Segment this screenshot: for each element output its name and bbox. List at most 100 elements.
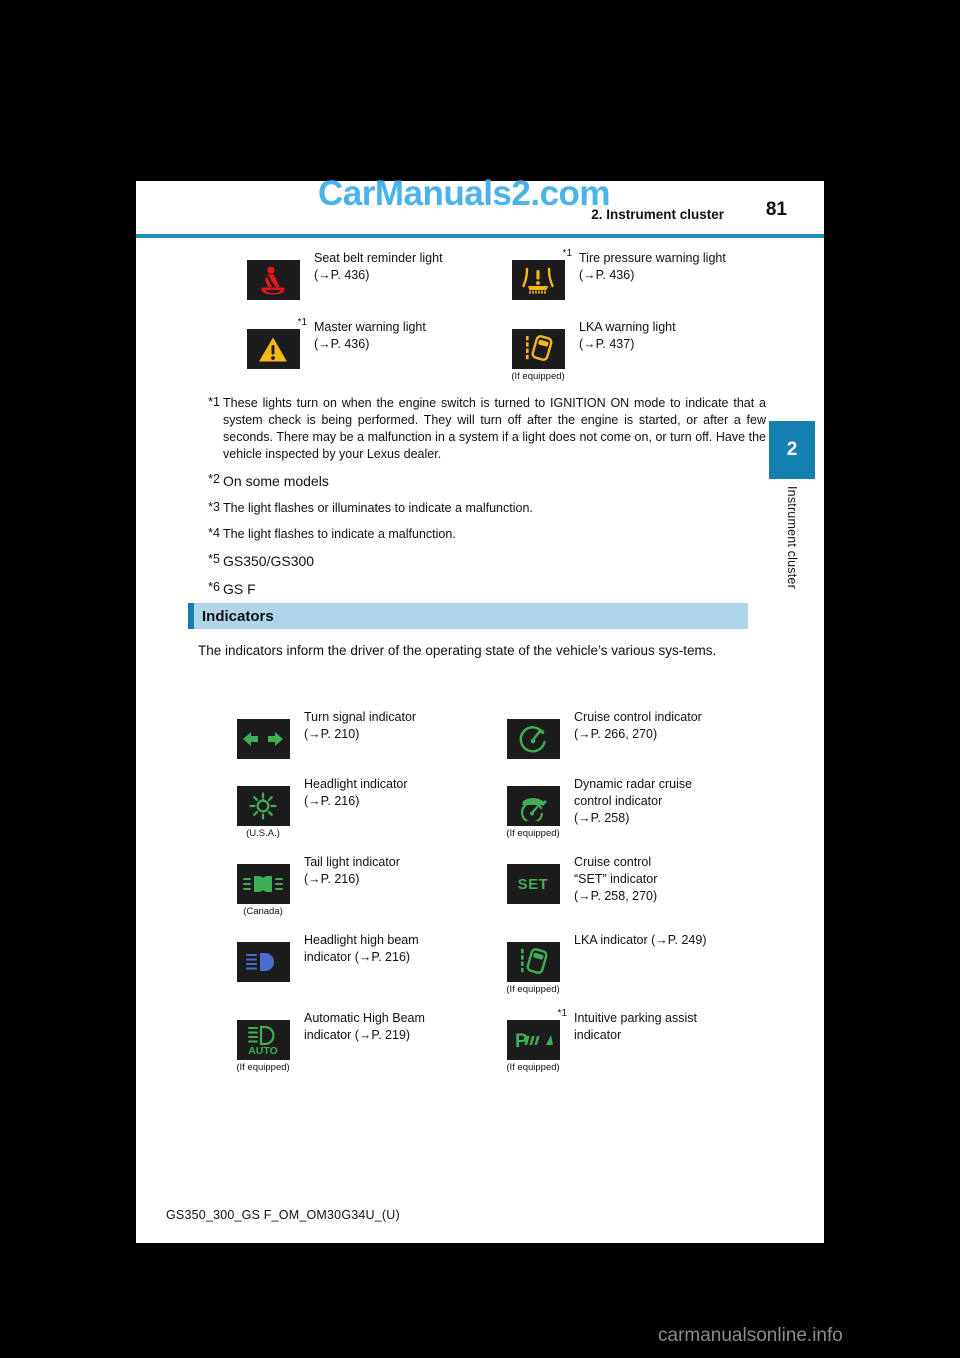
text-line: LKA indicator (→P. 249) bbox=[574, 933, 707, 947]
manual-page: CarManuals2.com 2. Instrument cluster 81… bbox=[136, 174, 824, 1243]
text-line: indicator bbox=[574, 1027, 622, 1042]
footnote-text: The light flashes to indicate a malfunct… bbox=[223, 527, 456, 542]
footnote-mark: *1 bbox=[208, 395, 220, 409]
text-line: (→P. 210) bbox=[304, 726, 360, 741]
turn-signal-icon bbox=[236, 719, 290, 759]
text-line: Automatic High Beam bbox=[304, 1011, 425, 1025]
lka-indicator-icon bbox=[506, 942, 560, 982]
automatic-high-beam-icon: AUTO bbox=[236, 1020, 290, 1060]
section-header-indicators: Indicators bbox=[188, 603, 748, 629]
icon-note: (U.S.A.) bbox=[246, 828, 280, 839]
icon-column: (If equipped) bbox=[496, 773, 570, 839]
indicators-row: Headlight high beam indicator (→P. 216) bbox=[226, 929, 766, 995]
footnote-text: These lights turn on when the engine swi… bbox=[223, 396, 766, 461]
section-accent-bar bbox=[188, 603, 194, 629]
warning-lights-grid: Seat belt reminder light (→P. 436) *1 Ti… bbox=[236, 247, 766, 396]
text-line: (→P. 258) bbox=[574, 810, 630, 825]
footnote-text: On some models bbox=[223, 473, 329, 489]
seat-belt-reminder-icon bbox=[246, 260, 300, 300]
icon-column bbox=[496, 706, 570, 761]
master-warning-icon bbox=[246, 329, 300, 369]
site-watermark-bottom: carmanualsonline.info bbox=[658, 1325, 843, 1346]
intuitive-parking-assist-icon: P bbox=[506, 1020, 560, 1060]
text-line: indicator (→P. 216) bbox=[304, 949, 411, 964]
warning-light-item: Seat belt reminder light (→P. 436) bbox=[236, 247, 501, 302]
site-watermark-top: CarManuals2.com bbox=[318, 174, 611, 213]
document-footer-code: GS350_300_GS F_OM_OM30G34U_(U) bbox=[166, 1208, 400, 1222]
text-line: Turn signal indicator bbox=[304, 710, 417, 724]
footnote-item: *6 GS F bbox=[186, 580, 766, 599]
indicator-item: SET Cruise control “SET” indicator (→P. … bbox=[496, 851, 766, 917]
icon-note: (If equipped) bbox=[236, 1062, 290, 1073]
indicator-item: *1 P (If equipped) Intuitive parking ass… bbox=[496, 1007, 766, 1073]
indicator-item: (Canada) Tail light indicator (→P. 216) bbox=[226, 851, 496, 917]
footnote-text: GS F bbox=[223, 581, 256, 598]
indicator-item: (If equipped) Dynamic radar cruise contr… bbox=[496, 773, 766, 839]
page-header-title: 2. Instrument cluster bbox=[591, 207, 724, 222]
page-number: 81 bbox=[765, 199, 787, 220]
indicator-item: Turn signal indicator (→P. 210) bbox=[226, 706, 496, 761]
text-line: (→P. 216) bbox=[304, 871, 360, 886]
chapter-tab-label-text: Instrument cluster bbox=[785, 486, 799, 589]
icon-column: (Canada) bbox=[226, 851, 300, 917]
warning-lights-row: Seat belt reminder light (→P. 436) *1 Ti… bbox=[236, 247, 766, 302]
warning-light-item: *1 Tire pressure warning light (→P. 436) bbox=[501, 247, 766, 302]
warning-light-text: Tire pressure warning light (→P. 436) bbox=[575, 247, 726, 283]
indicator-text: Automatic High Beam indicator (→P. 219) bbox=[300, 1007, 425, 1044]
footnote-item: *1 These lights turn on when the engine … bbox=[186, 395, 766, 463]
footnote-ref: *1 bbox=[557, 1008, 567, 1019]
text-line: Tail light indicator bbox=[304, 855, 400, 869]
footnotes-list: *1 These lights turn on when the engine … bbox=[186, 395, 766, 605]
text-line: LKA warning light bbox=[579, 320, 676, 334]
indicator-text: LKA indicator (→P. 249) bbox=[570, 929, 706, 949]
headlight-high-beam-icon bbox=[236, 942, 290, 982]
text-line: indicator (→P. 219) bbox=[304, 1027, 411, 1042]
indicator-item: Cruise control indicator (→P. 266, 270) bbox=[496, 706, 766, 761]
warning-light-item: (If equipped) LKA warning light (→P. 437… bbox=[501, 316, 766, 382]
indicators-row: (Canada) Tail light indicator (→P. 216) … bbox=[226, 851, 766, 917]
text-line: Headlight high beam bbox=[304, 933, 419, 947]
chapter-tab-label: Instrument cluster bbox=[769, 486, 815, 656]
text-line: Tire pressure warning light bbox=[579, 251, 726, 265]
indicator-item: (U.S.A.) Headlight indicator (→P. 216) bbox=[226, 773, 496, 839]
indicators-row: Turn signal indicator (→P. 210) Cruise c… bbox=[226, 706, 766, 761]
icon-column: (If equipped) bbox=[496, 929, 570, 995]
indicators-row: (U.S.A.) Headlight indicator (→P. 216) (… bbox=[226, 773, 766, 839]
indicators-grid: Turn signal indicator (→P. 210) Cruise c… bbox=[226, 706, 766, 1085]
section-title: Indicators bbox=[202, 607, 274, 625]
text-line: (→P. 266, 270) bbox=[574, 726, 658, 741]
text-line: (→P. 258, 270) bbox=[574, 888, 658, 903]
indicators-row: AUTO (If equipped) Automatic High Beam i… bbox=[226, 1007, 766, 1073]
text-line: (→P. 216) bbox=[304, 793, 360, 808]
icon-column bbox=[226, 706, 300, 761]
warning-lights-row: *1 Master warning light (→P. 436) (If eq… bbox=[236, 316, 766, 382]
warning-light-text: Master warning light (→P. 436) bbox=[310, 316, 426, 352]
text-line: (→P. 436) bbox=[314, 267, 370, 282]
footnote-mark: *4 bbox=[208, 526, 220, 541]
text-line: Cruise control bbox=[574, 855, 652, 869]
icon-note: (If equipped) bbox=[506, 1062, 560, 1073]
icon-column: AUTO (If equipped) bbox=[226, 1007, 300, 1073]
footnote-item: *5 GS350/GS300 bbox=[186, 552, 766, 571]
footnote-ref: *1 bbox=[562, 248, 572, 259]
text-line: Intuitive parking assist bbox=[574, 1011, 697, 1025]
warning-light-item: *1 Master warning light (→P. 436) bbox=[236, 316, 501, 382]
text-line: control indicator bbox=[574, 793, 663, 808]
footnote-text: The light flashes or illuminates to indi… bbox=[223, 501, 533, 516]
icon-column: (U.S.A.) bbox=[226, 773, 300, 839]
icon-note: (Canada) bbox=[243, 906, 283, 917]
text-line: Headlight indicator bbox=[304, 777, 408, 791]
cruise-set-icon: SET bbox=[506, 864, 560, 904]
tail-light-icon bbox=[236, 864, 290, 904]
indicator-item: Headlight high beam indicator (→P. 216) bbox=[226, 929, 496, 995]
lka-warning-icon bbox=[511, 329, 565, 369]
icon-note: (If equipped) bbox=[511, 371, 565, 382]
indicator-text: Headlight high beam indicator (→P. 216) bbox=[300, 929, 419, 966]
footnote-item: *3 The light flashes or illuminates to i… bbox=[186, 500, 766, 517]
icon-column bbox=[236, 247, 310, 302]
text-line: (→P. 437) bbox=[579, 336, 635, 351]
svg-text:AUTO: AUTO bbox=[248, 1045, 278, 1056]
icon-column: (If equipped) bbox=[501, 316, 575, 382]
dynamic-radar-cruise-icon bbox=[506, 786, 560, 826]
footnote-mark: *6 bbox=[208, 580, 220, 595]
